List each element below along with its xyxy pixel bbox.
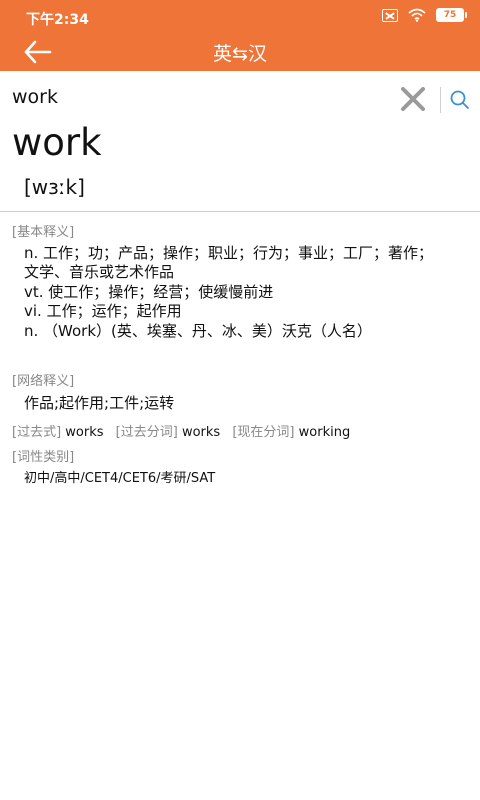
search-icon xyxy=(450,90,469,109)
basic-definitions-label: [基本释义] xyxy=(12,225,75,240)
definition-line: n. （Work）(英、埃塞、丹、冰、美）沃克（人名） xyxy=(24,321,372,340)
definition-line: vi. 工作；运作；起作用 xyxy=(24,302,182,321)
app-header: 下午2:34 75 英⇆汉 xyxy=(0,0,480,71)
form-value: working xyxy=(298,425,351,440)
page-title: 英⇆汉 xyxy=(213,43,267,65)
word-forms: [过去式] works [过去分词] works [现在分词] working xyxy=(12,421,358,440)
definition-line: n. 工作；功；产品；操作；职业；行为；事业；工厂；著作； xyxy=(24,244,434,262)
headword: work xyxy=(12,121,102,164)
form-value: works xyxy=(181,425,221,440)
phonetic: [wɜːk] xyxy=(24,175,85,199)
form-label: [过去式] xyxy=(12,425,62,440)
search-divider xyxy=(440,87,441,113)
definition-line: 文学、音乐或艺术作品 xyxy=(24,263,175,282)
search-bar xyxy=(0,71,480,123)
search-input[interactable] xyxy=(12,83,382,111)
close-icon xyxy=(401,87,425,111)
clear-button[interactable] xyxy=(399,87,427,111)
no-sim-icon xyxy=(382,8,398,22)
status-time: 下午2:34 xyxy=(26,12,89,28)
status-bar: 下午2:34 75 xyxy=(0,0,480,33)
form-label: [现在分词] xyxy=(232,425,295,440)
wifi-icon xyxy=(408,8,426,22)
search-button[interactable] xyxy=(447,88,473,112)
basic-definitions: n. 工作；功；产品；操作；职业；行为；事业；工厂；著作； 文学、音乐或艺术作品… xyxy=(24,244,474,341)
definition-line: vt. 使工作；操作；经营；使缓慢前进 xyxy=(24,282,274,301)
status-icons: 75 xyxy=(382,8,467,22)
word-levels: 初中/高中/CET4/CET6/考研/SAT xyxy=(24,471,216,486)
battery-icon: 75 xyxy=(436,8,467,22)
form-value: works xyxy=(65,425,104,440)
form-label: [过去分词] xyxy=(115,425,178,440)
word-level-label: [词性类别] xyxy=(12,450,75,465)
web-definitions-label: [网络释义] xyxy=(12,374,75,389)
web-definitions: 作品;起作用;工件;运转 xyxy=(24,394,175,412)
divider xyxy=(0,211,480,212)
nav-bar: 英⇆汉 xyxy=(0,33,480,71)
